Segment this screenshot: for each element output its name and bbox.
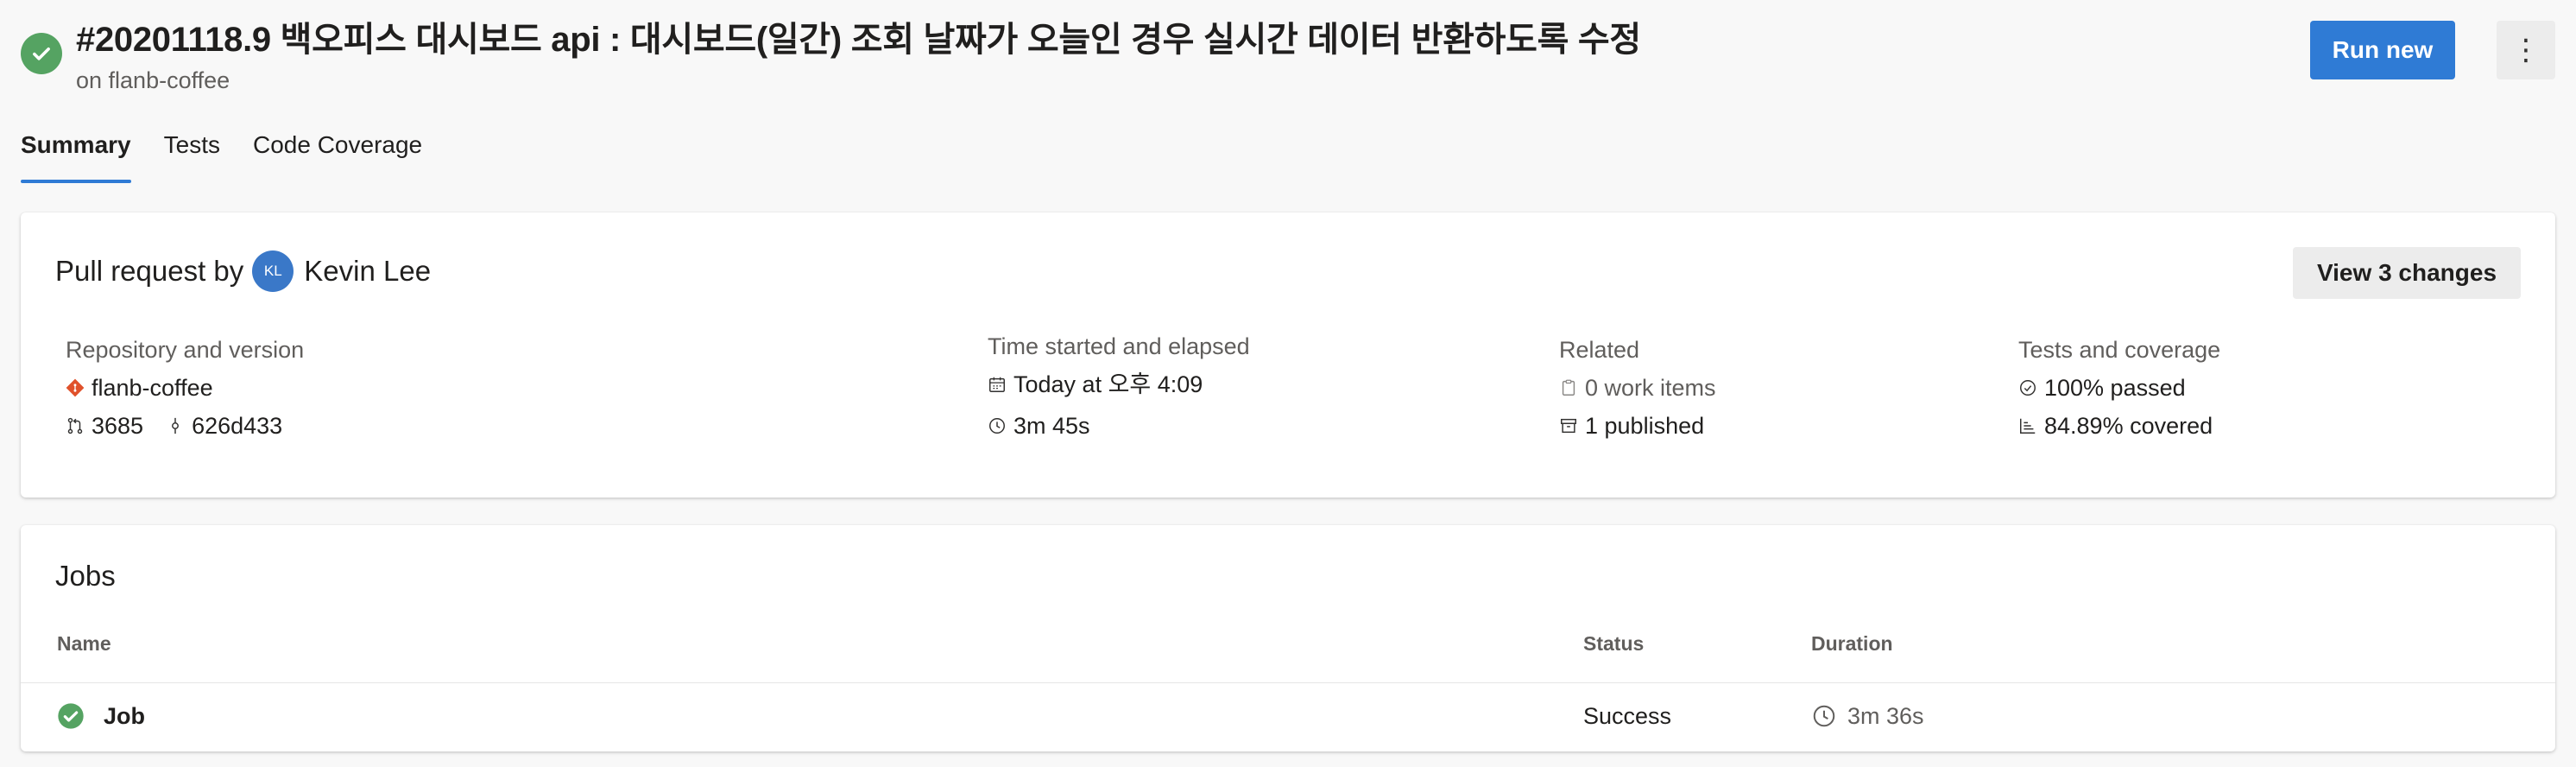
author-name[interactable]: Kevin Lee — [304, 253, 431, 289]
header: #20201118.9 백오피스 대시보드 api : 대시보드(일간) 조회 … — [21, 17, 2555, 95]
jobs-heading: Jobs — [55, 560, 116, 592]
more-options-button[interactable]: ⋮ — [2497, 21, 2555, 79]
tests-coverage-column: Tests and coverage 100% passed 84.89% co… — [2018, 335, 2220, 441]
job-name[interactable]: Job — [104, 700, 145, 732]
job-duration: 3m 36s — [1847, 703, 1924, 729]
column-header-duration: Duration — [1811, 632, 1893, 655]
clock-icon — [989, 418, 1005, 434]
column-header-status: Status — [1583, 632, 1645, 655]
clock-icon — [1813, 705, 1835, 727]
published-artifacts-link[interactable]: 1 published — [1585, 411, 1704, 441]
view-changes-button[interactable]: View 3 changes — [2293, 247, 2521, 299]
run-new-button[interactable]: Run new — [2310, 21, 2455, 79]
jobs-card: Jobs Name Status Duration Job Success 3m… — [21, 525, 2555, 751]
avatar: KL — [252, 250, 294, 292]
repository-column: Repository and version flanb-coffee 3685… — [66, 335, 304, 441]
table-row[interactable]: Job Success 3m 36s — [21, 683, 2555, 751]
tab-code-coverage[interactable]: Code Coverage — [253, 128, 422, 185]
git-repo-icon — [66, 378, 85, 397]
tab-summary[interactable]: Summary — [21, 128, 131, 185]
repository-name-link[interactable]: flanb-coffee — [92, 373, 213, 403]
artifact-icon — [1561, 418, 1576, 434]
tab-bar: Summary Tests Code Coverage — [21, 128, 455, 185]
page-title: #20201118.9 백오피스 대시보드 api : 대시보드(일간) 조회 … — [76, 21, 1641, 59]
related-label: Related — [1559, 337, 1640, 363]
pr-prefix-text: Pull request by — [55, 255, 244, 287]
pull-request-icon — [67, 417, 83, 434]
branch-subtitle: on flanb-coffee — [76, 67, 230, 93]
repository-label: Repository and version — [66, 337, 305, 363]
time-column: Time started and elapsed Today at 오후 4:0… — [988, 332, 1250, 441]
more-vertical-icon: ⋮ — [2511, 34, 2541, 67]
column-header-name: Name — [57, 632, 111, 655]
coverage-link[interactable]: 84.89% covered — [2044, 411, 2213, 441]
commit-icon — [172, 417, 180, 434]
related-column: Related 0 work items 1 published — [1559, 335, 1716, 441]
success-status-icon — [21, 33, 62, 74]
summary-card: Pull request by KL Kevin Lee View 3 chan… — [21, 212, 2555, 498]
pull-request-number-link[interactable]: 3685 — [92, 411, 143, 441]
pull-request-heading: Pull request by KL Kevin Lee — [55, 250, 431, 292]
start-time-value: Today at 오후 4:09 — [1013, 371, 1203, 397]
coverage-chart-icon — [2020, 418, 2036, 434]
calendar-icon — [989, 377, 1005, 392]
work-items-link[interactable]: 0 work items — [1585, 373, 1716, 403]
check-circle-icon — [2020, 380, 2036, 396]
job-status: Success — [1583, 703, 1672, 729]
success-icon — [58, 703, 84, 729]
tests-passed-link[interactable]: 100% passed — [2044, 373, 2186, 403]
clipboard-icon — [1562, 379, 1575, 396]
tab-tests[interactable]: Tests — [164, 128, 220, 185]
commit-hash-link[interactable]: 626d433 — [192, 411, 282, 441]
time-label: Time started and elapsed — [988, 333, 1250, 359]
elapsed-time-value: 3m 45s — [1013, 413, 1090, 439]
tests-coverage-label: Tests and coverage — [2018, 337, 2221, 363]
